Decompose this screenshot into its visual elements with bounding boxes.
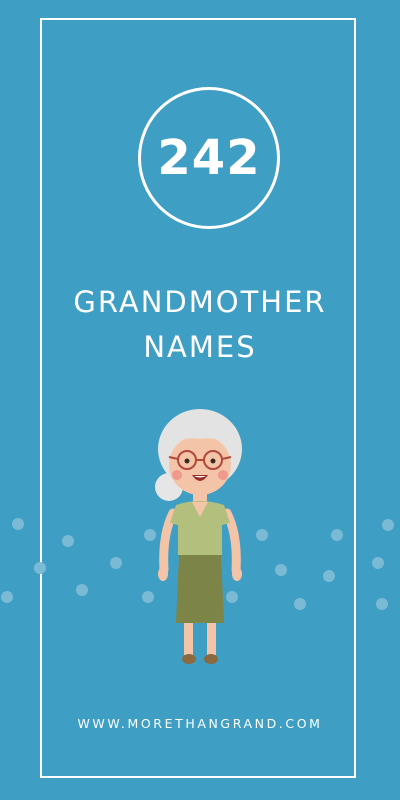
title-line-1: GRANDMOTHER — [73, 285, 327, 319]
count-circle: 242 — [138, 87, 280, 229]
title-line-2: NAMES — [143, 330, 257, 364]
grandmother-illustration — [155, 409, 242, 664]
website-url[interactable]: WWW.MORETHANGRAND.COM — [40, 716, 360, 731]
count-number: 242 — [157, 130, 261, 186]
